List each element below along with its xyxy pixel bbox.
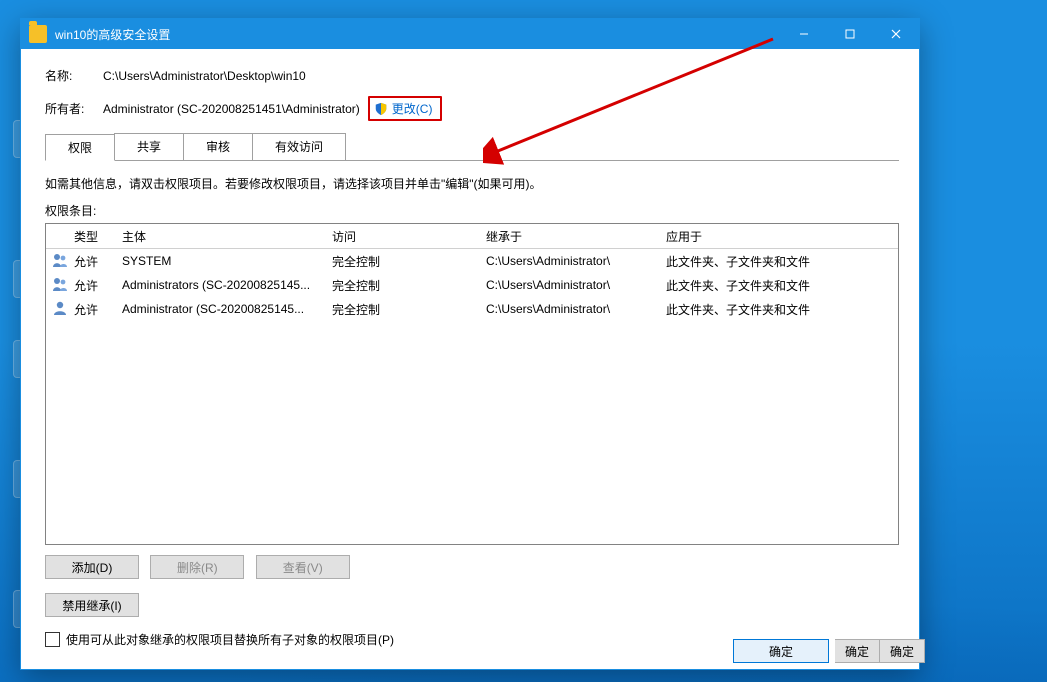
group-icon — [52, 252, 74, 271]
inherit-buttons: 禁用继承(I) — [45, 593, 899, 617]
maximize-icon — [845, 29, 855, 39]
cell-access: 完全控制 — [332, 301, 486, 318]
ok-button-3[interactable]: 确定 — [880, 639, 925, 663]
view-button[interactable]: 查看(V) — [256, 555, 350, 579]
col-inherit[interactable]: 继承于 — [486, 228, 666, 245]
shield-icon — [374, 102, 388, 116]
col-principal[interactable]: 主体 — [122, 228, 332, 245]
tab-share[interactable]: 共享 — [114, 133, 184, 160]
footer-buttons: 确定 确定 确定 — [733, 639, 925, 663]
table-body: 允许SYSTEM完全控制C:\Users\Administrator\此文件夹、… — [46, 249, 898, 321]
window-title: win10的高级安全设置 — [55, 26, 781, 43]
permission-table[interactable]: 类型 主体 访问 继承于 应用于 允许SYSTEM完全控制C:\Users\Ad… — [45, 223, 899, 545]
group-icon — [52, 276, 74, 295]
cell-type: 允许 — [74, 253, 122, 270]
cell-inherit: C:\Users\Administrator\ — [486, 278, 666, 292]
cell-apply: 此文件夹、子文件夹和文件 — [666, 253, 892, 270]
owner-label: 所有者: — [45, 100, 103, 117]
add-button[interactable]: 添加(D) — [45, 555, 139, 579]
close-icon — [891, 29, 901, 39]
cell-principal: Administrators (SC-20200825145... — [122, 278, 332, 292]
entry-buttons: 添加(D) 删除(R) 查看(V) — [45, 555, 899, 579]
name-value: C:\Users\Administrator\Desktop\win10 — [103, 69, 306, 83]
change-owner-link[interactable]: 更改(C) — [392, 100, 433, 117]
titlebar[interactable]: win10的高级安全设置 — [21, 19, 919, 49]
ok-button-2[interactable]: 确定 — [835, 639, 880, 663]
change-owner-highlight: 更改(C) — [368, 96, 443, 121]
owner-row: 所有者: Administrator (SC-202008251451\Admi… — [45, 96, 899, 121]
col-apply[interactable]: 应用于 — [666, 228, 892, 245]
cell-principal: SYSTEM — [122, 254, 332, 268]
name-label: 名称: — [45, 67, 103, 84]
dialog-client-area: 名称: C:\Users\Administrator\Desktop\win10… — [21, 49, 919, 669]
replace-children-label: 使用可从此对象继承的权限项目替换所有子对象的权限项目(P) — [66, 631, 394, 648]
user-icon — [52, 300, 74, 319]
tab-audit[interactable]: 审核 — [183, 133, 253, 160]
cell-apply: 此文件夹、子文件夹和文件 — [666, 301, 892, 318]
cell-access: 完全控制 — [332, 277, 486, 294]
name-row: 名称: C:\Users\Administrator\Desktop\win10 — [45, 67, 899, 84]
table-row[interactable]: 允许Administrators (SC-20200825145...完全控制C… — [46, 273, 898, 297]
cell-apply: 此文件夹、子文件夹和文件 — [666, 277, 892, 294]
owner-value: Administrator (SC-202008251451\Administr… — [103, 102, 360, 116]
col-type[interactable]: 类型 — [74, 228, 122, 245]
cell-type: 允许 — [74, 277, 122, 294]
stacked-ok-buttons: 确定 确定 — [835, 639, 925, 663]
table-row[interactable]: 允许Administrator (SC-20200825145...完全控制C:… — [46, 297, 898, 321]
cell-access: 完全控制 — [332, 253, 486, 270]
disable-inherit-button[interactable]: 禁用继承(I) — [45, 593, 139, 617]
minimize-button[interactable] — [781, 19, 827, 49]
close-button[interactable] — [873, 19, 919, 49]
cell-inherit: C:\Users\Administrator\ — [486, 302, 666, 316]
ok-button[interactable]: 确定 — [733, 639, 829, 663]
tab-effective-access[interactable]: 有效访问 — [252, 133, 346, 160]
cell-type: 允许 — [74, 301, 122, 318]
hint-text: 如需其他信息，请双击权限项目。若要修改权限项目，请选择该项目并单击"编辑"(如果… — [45, 175, 899, 192]
cell-principal: Administrator (SC-20200825145... — [122, 302, 332, 316]
tab-strip: 权限 共享 审核 有效访问 — [45, 133, 899, 161]
col-access[interactable]: 访问 — [332, 228, 486, 245]
cell-inherit: C:\Users\Administrator\ — [486, 254, 666, 268]
remove-button[interactable]: 删除(R) — [150, 555, 244, 579]
table-row[interactable]: 允许SYSTEM完全控制C:\Users\Administrator\此文件夹、… — [46, 249, 898, 273]
folder-icon — [29, 25, 47, 43]
perm-entries-label: 权限条目: — [45, 202, 899, 219]
replace-children-checkbox[interactable] — [45, 632, 60, 647]
minimize-icon — [799, 29, 809, 39]
advanced-security-dialog: win10的高级安全设置 名称: C:\Users\Administrator\… — [20, 18, 920, 670]
tab-permissions[interactable]: 权限 — [45, 134, 115, 161]
table-header: 类型 主体 访问 继承于 应用于 — [46, 224, 898, 249]
maximize-button[interactable] — [827, 19, 873, 49]
